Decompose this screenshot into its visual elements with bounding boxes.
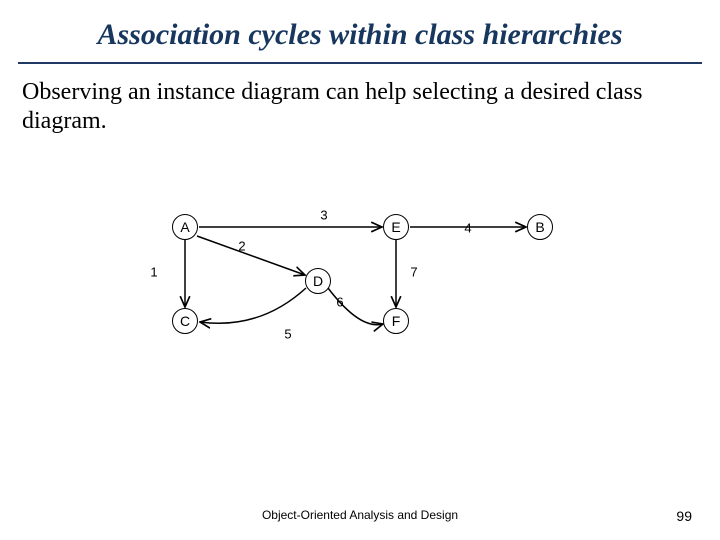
- node-label-c: C: [180, 313, 190, 329]
- page-number: 99: [676, 508, 692, 524]
- edge-label-5: 5: [284, 327, 291, 342]
- body-text: Observing an instance diagram can help s…: [22, 78, 680, 136]
- title-underline: [18, 62, 702, 64]
- node-label-b: B: [535, 219, 544, 235]
- edge-label-6: 6: [336, 295, 343, 310]
- edge-5: [200, 288, 306, 323]
- slide: Association cycles within class hierarch…: [0, 0, 720, 540]
- node-label-e: E: [391, 219, 400, 235]
- edge-label-7: 7: [410, 265, 417, 280]
- node-label-d: D: [313, 273, 323, 289]
- node-label-f: F: [392, 313, 401, 329]
- node-label-a: A: [180, 219, 189, 235]
- edge-2: [197, 236, 305, 275]
- edge-label-3: 3: [320, 208, 327, 223]
- edge-label-4: 4: [464, 221, 471, 236]
- edge-label-1: 1: [150, 265, 157, 280]
- edge-label-2: 2: [238, 239, 245, 254]
- slide-title: Association cycles within class hierarch…: [0, 18, 720, 52]
- instance-diagram: A E B D C F 1 2 3 4 5 6 7: [100, 190, 620, 370]
- footer-text: Object-Oriented Analysis and Design: [0, 508, 720, 522]
